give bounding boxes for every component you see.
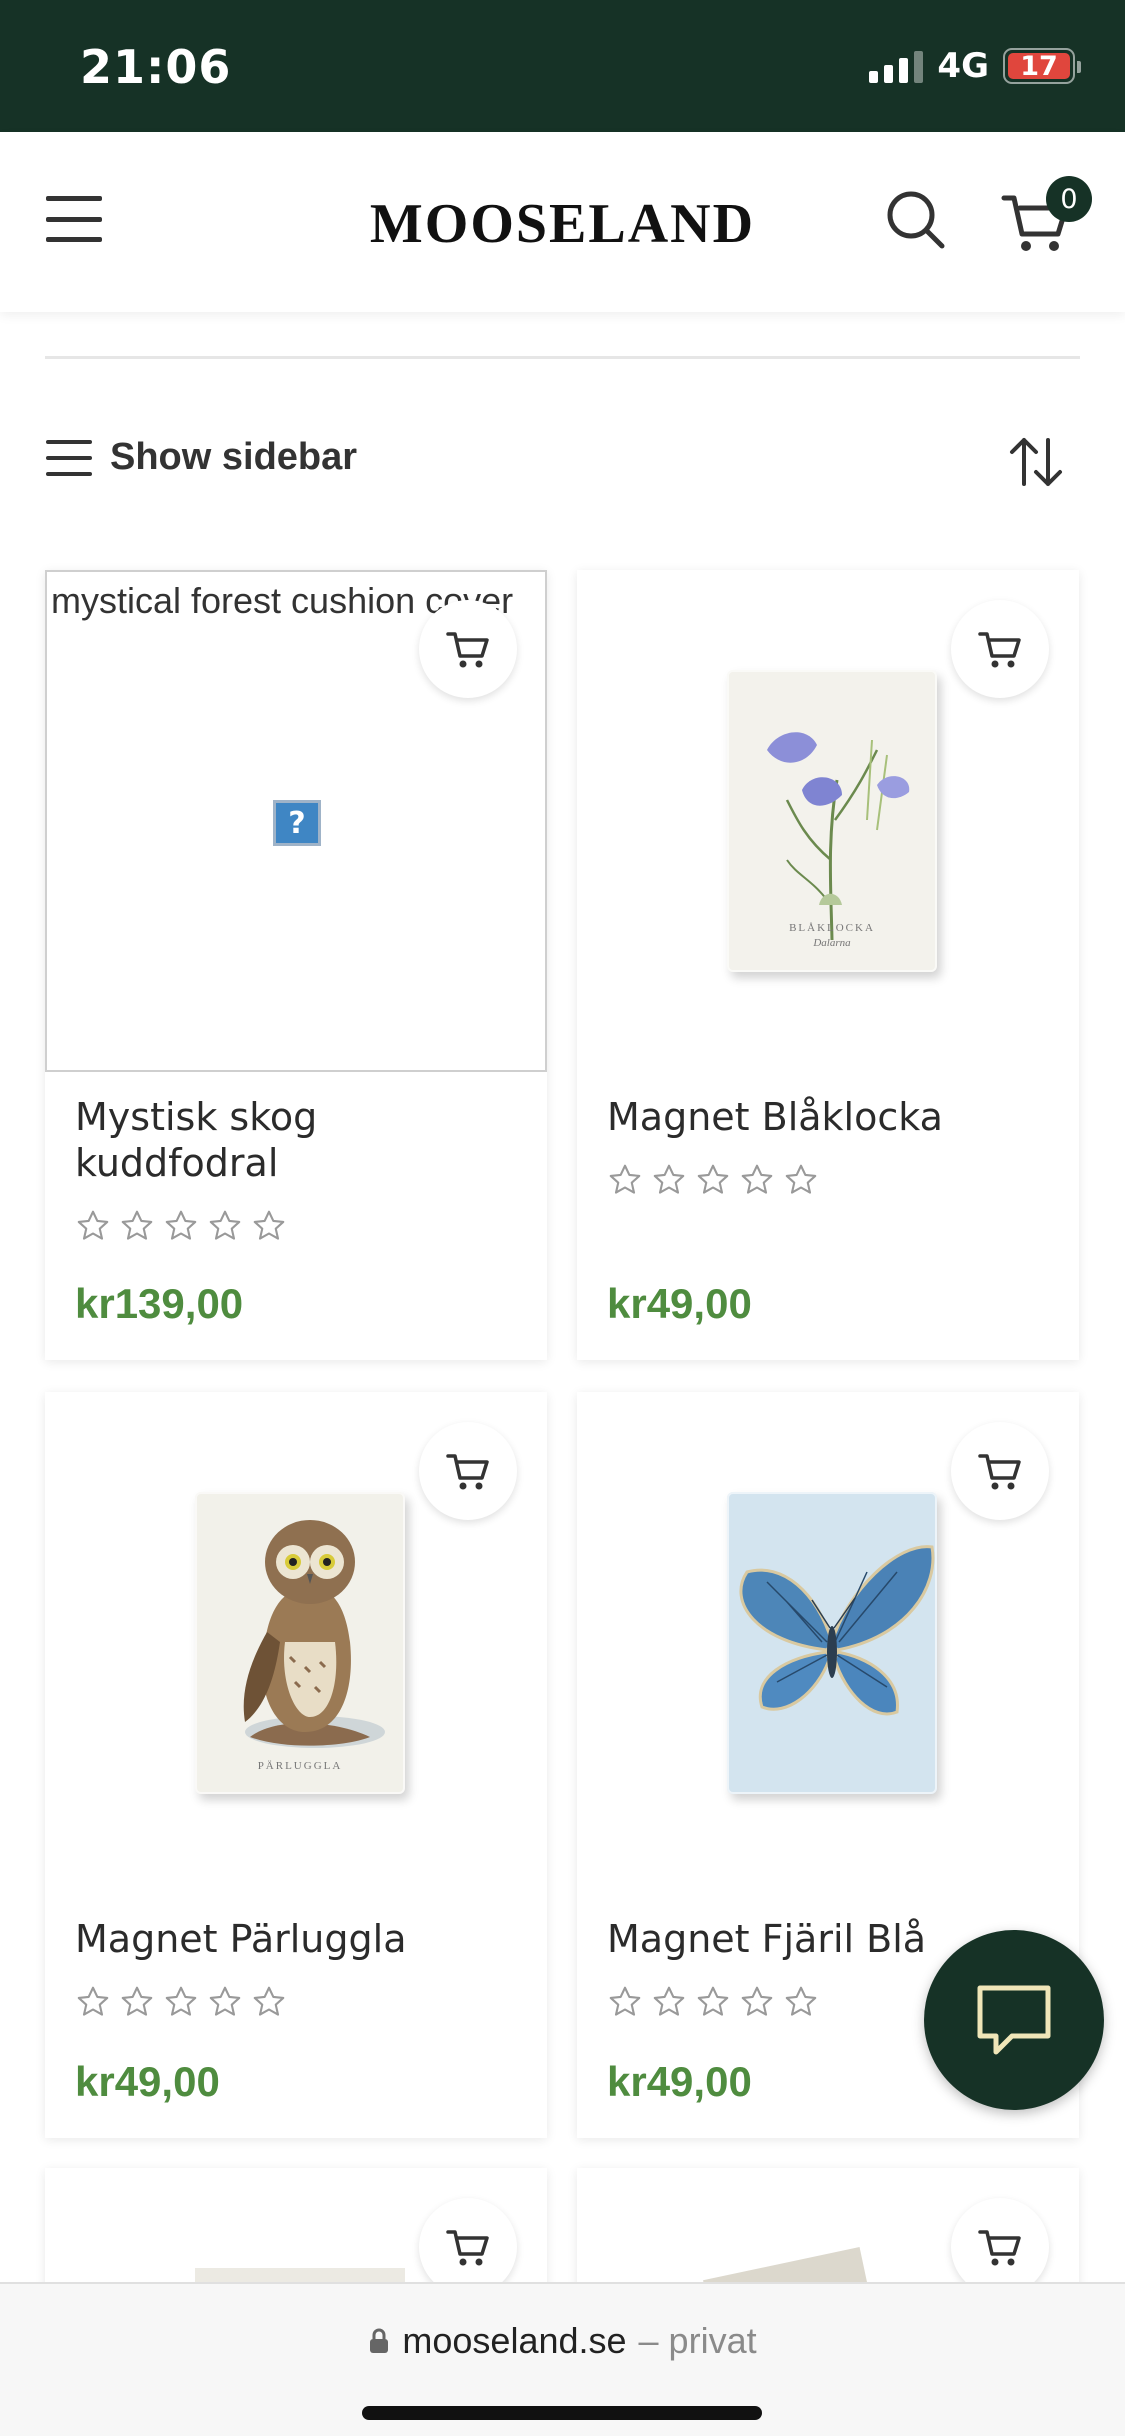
owl-magnet-image: PÄRLUGGLA — [195, 1492, 405, 1794]
rating-stars — [75, 1208, 287, 1244]
product-title[interactable]: Mystisk skog kuddfodral — [75, 1094, 515, 1186]
product-card[interactable]: BLÅKLOCKA Dalarna Magnet Blåklocka kr49,… — [577, 570, 1079, 1360]
show-sidebar-label: Show sidebar — [110, 436, 358, 478]
add-to-cart-button[interactable] — [419, 600, 517, 698]
product-price: kr49,00 — [607, 2058, 752, 2105]
sidebar-menu-icon — [46, 439, 92, 476]
divider — [45, 356, 1080, 359]
magnet-caption: PÄRLUGGLA — [257, 1760, 343, 1772]
broken-image-icon: ? — [273, 800, 321, 846]
rating-stars — [75, 1984, 287, 2020]
product-price: kr49,00 — [75, 2058, 220, 2105]
sort-icon[interactable] — [1006, 434, 1066, 490]
network-type: 4G — [937, 46, 989, 86]
product-title[interactable]: Magnet Blåklocka — [607, 1094, 1047, 1140]
show-sidebar-button[interactable]: Show sidebar — [46, 436, 357, 479]
add-to-cart-button[interactable] — [951, 1422, 1049, 1520]
product-title[interactable]: Magnet Pärluggla — [75, 1916, 515, 1962]
search-icon[interactable] — [884, 188, 948, 252]
private-mode-label: – privat — [638, 2320, 757, 2361]
add-to-cart-button[interactable] — [419, 1422, 517, 1520]
status-bar: 21:06 4G 17 — [0, 0, 1125, 132]
browser-address-bar[interactable]: mooseland.se – privat — [0, 2282, 1125, 2436]
product-price: kr49,00 — [607, 1280, 752, 1327]
magnet-subcaption: Dalarna — [813, 937, 851, 949]
product-card[interactable]: PÄRLUGGLA Magnet Pärluggla kr49,00 — [45, 1392, 547, 2138]
bellflower-magnet-image: BLÅKLOCKA Dalarna — [727, 670, 937, 972]
cart-count-badge: 0 — [1046, 176, 1092, 222]
rating-stars — [607, 1984, 819, 2020]
battery-level: 17 — [1008, 51, 1070, 82]
magnet-caption: BLÅKLOCKA — [789, 922, 875, 934]
site-header: MOOSELAND 0 — [0, 132, 1125, 312]
lock-icon — [370, 2328, 389, 2353]
site-logo[interactable]: MOOSELAND — [0, 192, 1125, 256]
butterfly-magnet-image — [727, 1492, 937, 1794]
signal-icon — [869, 49, 924, 83]
address-domain: mooseland.se — [402, 2320, 627, 2361]
home-indicator[interactable] — [362, 2406, 762, 2420]
product-price: kr139,00 — [75, 1280, 244, 1327]
status-time: 21:06 — [80, 40, 232, 94]
rating-stars — [607, 1162, 819, 1198]
chat-button[interactable] — [924, 1930, 1104, 2110]
battery-icon: 17 — [1003, 48, 1081, 84]
product-card[interactable]: mystical forest cushion cover ? Mystisk … — [45, 570, 547, 1360]
chat-icon — [977, 1985, 1051, 2055]
address-row: mooseland.se – privat — [0, 2320, 1125, 2362]
add-to-cart-button[interactable] — [951, 600, 1049, 698]
status-indicators: 4G 17 — [869, 46, 1081, 86]
